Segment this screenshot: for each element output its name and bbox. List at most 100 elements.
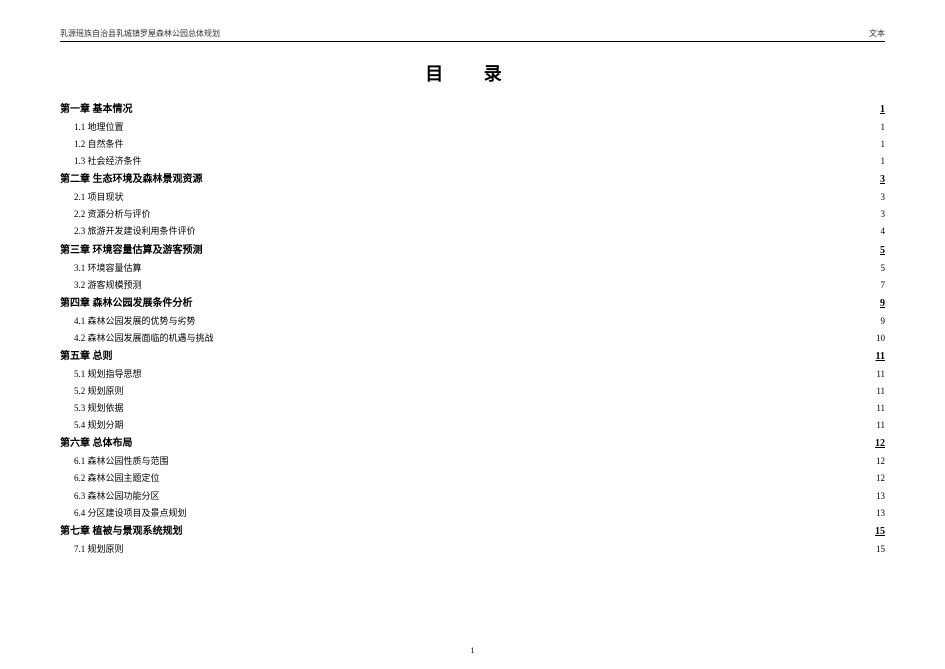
toc-leader-dots xyxy=(164,472,872,481)
toc-entry: 6.2 森林公园主题定位 12 xyxy=(60,470,885,487)
toc-leader-dots xyxy=(137,436,872,446)
page-header: 乳源瑶族自治县乳城镇罗屋森林公园总体规划 文本 xyxy=(60,28,885,42)
toc-leader-dots xyxy=(146,262,877,271)
toc-leader-dots xyxy=(128,402,873,411)
toc-leader-dots xyxy=(128,121,877,130)
toc-entry: 5.4 规划分期 11 xyxy=(60,417,885,434)
toc-entry: 第三章 环境容量估算及游客预测 5 xyxy=(60,241,885,260)
toc-entry: 第五章 总则 11 xyxy=(60,347,885,366)
toc-entry: 第六章 总体布局 12 xyxy=(60,434,885,453)
toc-entry: 第四章 森林公园发展条件分析 9 xyxy=(60,294,885,313)
toc-entry-page: 15 xyxy=(875,522,885,541)
toc-entry: 1.2 自然条件 1 xyxy=(60,136,885,153)
toc-entry: 3.1 环境容量估算 5 xyxy=(60,260,885,277)
toc-entry: 4.1 森林公园发展的优势与劣势 9 xyxy=(60,313,885,330)
toc-entry-page: 15 xyxy=(876,541,885,558)
toc-entry-label: 3.1 环境容量估算 xyxy=(74,260,142,277)
toc-entry-label: 第四章 森林公园发展条件分析 xyxy=(60,294,193,313)
toc-leader-dots xyxy=(128,385,873,394)
toc-entry-page: 9 xyxy=(881,313,886,330)
toc-entry: 7.1 规划原则 15 xyxy=(60,541,885,558)
toc-leader-dots xyxy=(200,225,877,234)
toc-title: 目 录 xyxy=(60,60,885,86)
toc-entry-label: 2.1 项目现状 xyxy=(74,189,124,206)
toc-leader-dots xyxy=(128,419,873,428)
toc-entry-label: 4.1 森林公园发展的优势与劣势 xyxy=(74,313,196,330)
toc-entry-label: 第一章 基本情况 xyxy=(60,100,133,119)
toc-entry-page: 1 xyxy=(881,119,886,136)
toc-entry-label: 5.3 规划依据 xyxy=(74,400,124,417)
toc-entry-label: 7.1 规划原则 xyxy=(74,541,124,558)
toc-leader-dots xyxy=(173,455,872,464)
toc-entry-label: 2.2 资源分析与评价 xyxy=(74,206,151,223)
toc-entry: 6.4 分区建设项目及景点规划 13 xyxy=(60,505,885,522)
toc-entry-page: 3 xyxy=(881,206,886,223)
toc-entry: 第一章 基本情况 1 xyxy=(60,100,885,119)
toc-entry-label: 第五章 总则 xyxy=(60,347,113,366)
toc-entry: 1.3 社会经济条件 1 xyxy=(60,153,885,170)
toc-entry-page: 5 xyxy=(880,241,885,260)
toc-leader-dots xyxy=(117,349,872,359)
toc-leader-dots xyxy=(137,102,877,112)
toc-entry-label: 第三章 环境容量估算及游客预测 xyxy=(60,241,203,260)
toc-entry-label: 第七章 植被与景观系统规划 xyxy=(60,522,183,541)
toc-leader-dots xyxy=(146,155,877,164)
toc-leader-dots xyxy=(146,279,877,288)
toc-entry-page: 3 xyxy=(881,189,886,206)
toc-entry-label: 6.2 森林公园主题定位 xyxy=(74,470,160,487)
toc-leader-dots xyxy=(207,172,877,182)
toc-leader-dots xyxy=(128,191,877,200)
toc-entry-label: 1.3 社会经济条件 xyxy=(74,153,142,170)
toc-entry: 6.1 森林公园性质与范围12 xyxy=(60,453,885,470)
toc-entry-label: 1.2 自然条件 xyxy=(74,136,124,153)
toc-entry: 3.2 游客规模预测 7 xyxy=(60,277,885,294)
toc-entry: 4.2 森林公园发展面临的机遇与挑战 10 xyxy=(60,330,885,347)
toc-entry: 5.1 规划指导思想11 xyxy=(60,366,885,383)
toc-entry-label: 5.4 规划分期 xyxy=(74,417,124,434)
toc-entry-label: 第六章 总体布局 xyxy=(60,434,133,453)
toc-leader-dots xyxy=(128,138,877,147)
toc-entry-label: 1.1 地理位置 xyxy=(74,119,124,136)
toc-leader-dots xyxy=(164,490,872,499)
toc-entry-page: 11 xyxy=(876,347,885,366)
toc-leader-dots xyxy=(197,296,877,306)
toc-entry-label: 2.3 旅游开发建设利用条件评价 xyxy=(74,223,196,240)
toc-entry: 1.1 地理位置 1 xyxy=(60,119,885,136)
toc-entry-label: 6.3 森林公园功能分区 xyxy=(74,488,160,505)
toc-entry-page: 12 xyxy=(876,453,885,470)
toc-entry-label: 6.4 分区建设项目及景点规划 xyxy=(74,505,187,522)
toc-leader-dots xyxy=(128,543,872,552)
toc-entry-page: 11 xyxy=(876,417,885,434)
toc-entry: 5.3 规划依据11 xyxy=(60,400,885,417)
toc-entry: 第七章 植被与景观系统规划 15 xyxy=(60,522,885,541)
toc-entry-page: 5 xyxy=(881,260,886,277)
toc-entry-page: 4 xyxy=(881,223,886,240)
toc-entry: 2.1 项目现状 3 xyxy=(60,189,885,206)
toc-entry-page: 12 xyxy=(876,470,885,487)
toc-entry-page: 1 xyxy=(881,153,886,170)
toc-entry-page: 11 xyxy=(876,366,885,383)
toc-leader-dots xyxy=(207,243,877,253)
header-right: 文本 xyxy=(869,28,885,39)
toc-entry-page: 7 xyxy=(881,277,886,294)
toc-entry: 第二章 生态环境及森林景观资源 3 xyxy=(60,170,885,189)
toc-entry: 5.2 规划原则11 xyxy=(60,383,885,400)
toc-entry-label: 3.2 游客规模预测 xyxy=(74,277,142,294)
toc-entry-page: 13 xyxy=(876,488,885,505)
toc-leader-dots xyxy=(200,315,877,324)
toc-entry-page: 3 xyxy=(880,170,885,189)
toc-entry-page: 12 xyxy=(875,434,885,453)
toc-entry-page: 10 xyxy=(876,330,885,347)
toc-entry-label: 第二章 生态环境及森林景观资源 xyxy=(60,170,203,189)
toc-leader-dots xyxy=(155,208,877,217)
toc-entry-page: 1 xyxy=(881,136,886,153)
toc-entry-page: 13 xyxy=(876,505,885,522)
toc-entry-page: 1 xyxy=(880,100,885,119)
toc-leader-dots xyxy=(146,368,873,377)
toc-entry-page: 9 xyxy=(880,294,885,313)
toc-entry: 2.2 资源分析与评价 3 xyxy=(60,206,885,223)
toc-entry-label: 4.2 森林公园发展面临的机遇与挑战 xyxy=(74,330,214,347)
toc-leader-dots xyxy=(218,332,872,341)
toc-entry-label: 5.2 规划原则 xyxy=(74,383,124,400)
toc-leader-dots xyxy=(191,507,872,516)
